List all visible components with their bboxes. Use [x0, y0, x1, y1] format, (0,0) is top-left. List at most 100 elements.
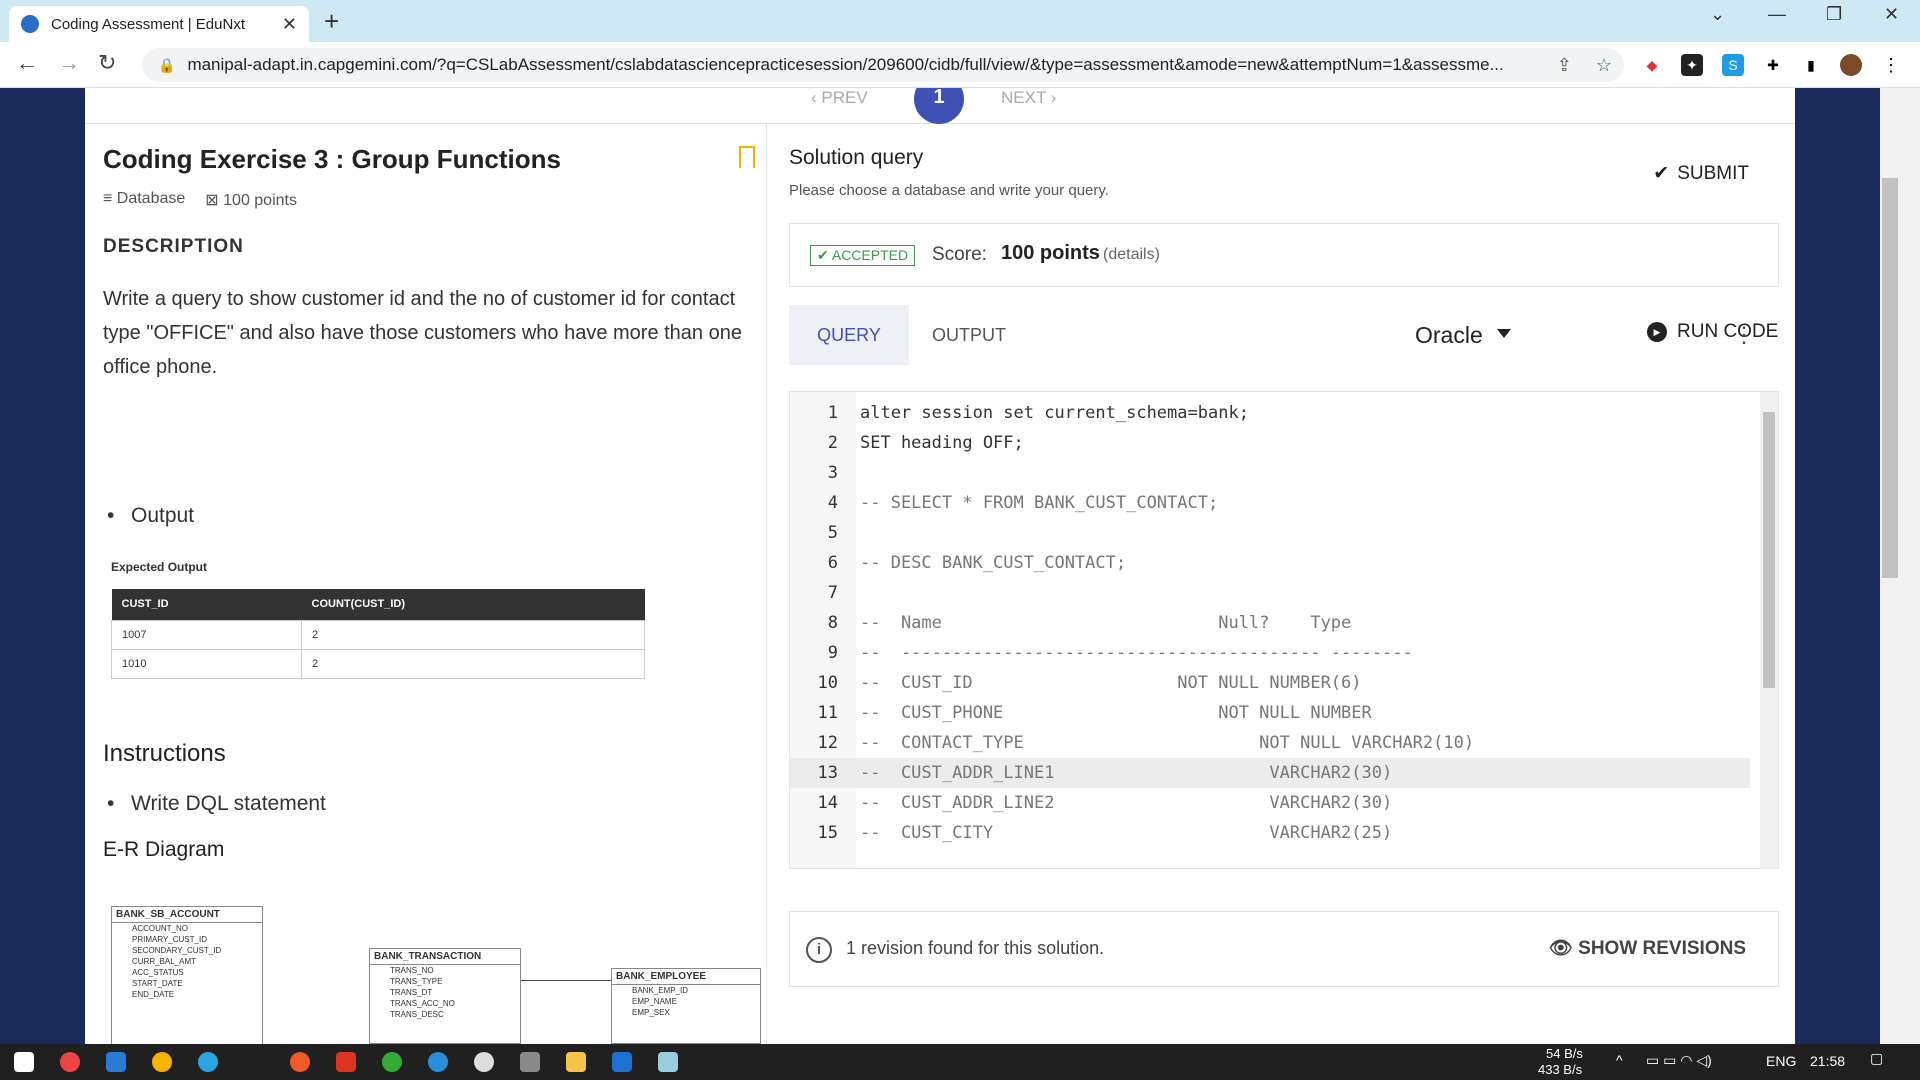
line-number: 15 [817, 823, 838, 843]
next-button[interactable]: NEXT › [1001, 88, 1056, 108]
code-line[interactable]: 2 SET heading OFF; [790, 428, 1750, 458]
net-down-speed: 433 B/s [1538, 1062, 1583, 1077]
editor-scroll-thumb[interactable] [1763, 412, 1775, 688]
tray-overflow-icon[interactable]: ^ [1616, 1052, 1623, 1068]
tab-output[interactable]: OUTPUT [909, 305, 1029, 365]
line-number: 4 [827, 493, 838, 513]
minimize-button[interactable]: — [1768, 4, 1786, 25]
close-window-button[interactable]: ✕ [1884, 4, 1899, 25]
url-text[interactable]: manipal-adapt.in.capgemini.com/?q=CSLabA… [187, 55, 1544, 75]
tab-query[interactable]: QUERY [789, 305, 909, 365]
revisions-text: 1 revision found for this solution. [846, 938, 1105, 958]
code-line[interactable]: 14 -- CUST_ADDR_LINE2 VARCHAR2(30) [790, 788, 1750, 818]
ghost-extension-icon[interactable]: ✦ [1681, 54, 1703, 76]
share-icon[interactable]: ⇪ [1557, 55, 1572, 76]
code-line[interactable]: 6 -- DESC BANK_CUST_CONTACT; [790, 548, 1750, 578]
snipping-taskbar-icon[interactable] [612, 1052, 632, 1072]
er-diagram-heading: E-R Diagram [103, 838, 225, 861]
line-number: 13 [817, 763, 838, 783]
pocket-extension-icon[interactable]: ◆ [1641, 54, 1663, 76]
panel-divider [766, 124, 767, 1044]
submit-button[interactable]: ✔ SUBMIT [1653, 162, 1749, 185]
code-line[interactable]: 11 -- CUST_PHONE NOT NULL NUMBER [790, 698, 1750, 728]
code-line[interactable]: 10 -- CUST_ID NOT NULL NUMBER(6) [790, 668, 1750, 698]
line-number: 11 [817, 703, 838, 723]
chrome-active-taskbar-icon[interactable] [152, 1052, 172, 1072]
code-line[interactable]: 3 [790, 458, 1750, 488]
file-explorer-taskbar-icon[interactable] [566, 1052, 586, 1072]
language-select[interactable]: Oracle [1415, 322, 1511, 349]
score-details-link[interactable]: (details) [1103, 246, 1160, 264]
close-tab-icon[interactable]: ✕ [282, 14, 297, 35]
line-number: 9 [827, 643, 838, 663]
address-bar[interactable]: 🔒 manipal-adapt.in.capgemini.com/?q=CSLa… [142, 48, 1624, 82]
page-scroll-thumb[interactable] [1882, 178, 1898, 578]
line-number: 7 [827, 583, 838, 603]
expected-output-table: CUST_ID COUNT(CUST_ID) 1007 2 1010 2 [111, 589, 645, 679]
vscode-taskbar-icon[interactable] [106, 1052, 126, 1072]
line-number: 6 [827, 553, 838, 573]
code-line[interactable]: 7 [790, 578, 1750, 608]
code-editor[interactable]: 1 alter session set current_schema=bank; 2… [789, 391, 1779, 869]
code-line[interactable]: 8 -- Name Null? Type [790, 608, 1750, 638]
info-icon: i [806, 937, 832, 963]
er-table-bank-sb-account: BANK_SB_ACCOUNT ACCOUNT_NO PRIMARY_CUST_… [111, 906, 263, 1044]
tab-title: Coding Assessment | EduNxt [51, 15, 245, 33]
notifications-icon[interactable]: ▢ [1870, 1050, 1883, 1067]
code-text: -- SELECT * FROM BANK_CUST_CONTACT; [860, 493, 1219, 513]
telegram-taskbar-icon[interactable] [198, 1052, 218, 1072]
code-line[interactable]: 15 -- CUST_CITY VARCHAR2(25) [790, 818, 1750, 848]
code-line[interactable]: 1 alter session set current_schema=bank; [790, 398, 1750, 428]
language-indicator[interactable]: ENG [1766, 1053, 1796, 1069]
run-code-label: RUN CODE [1677, 321, 1779, 342]
bookmark-icon[interactable] [739, 146, 755, 168]
new-tab-button[interactable]: + [324, 6, 339, 37]
run-code-button[interactable]: ▶ RUN CODE [1647, 321, 1778, 343]
back-icon[interactable]: ← [16, 50, 38, 76]
restore-button[interactable]: ❐ [1826, 4, 1842, 25]
windows-start-icon[interactable] [14, 1052, 34, 1072]
question-pager: ‹ PREV 1 NEXT › [85, 88, 1795, 124]
s-extension-icon[interactable]: S [1722, 54, 1744, 76]
line-number: 1 [827, 403, 838, 423]
code-line[interactable]: 5 [790, 518, 1750, 548]
line-number: 12 [817, 733, 838, 753]
more-options-icon[interactable]: ⋮ [1733, 322, 1755, 348]
show-revisions-button[interactable]: 👁 SHOW REVISIONS [1549, 936, 1746, 960]
code-text: -- CUST_ID NOT NULL NUMBER(6) [860, 673, 1362, 693]
profile-avatar[interactable] [1840, 54, 1862, 76]
side-panel-icon[interactable]: ▮ [1800, 54, 1822, 76]
instructions-heading: Instructions [103, 740, 226, 767]
editor-scrollbar[interactable] [1760, 392, 1778, 868]
p-app-taskbar-icon[interactable] [336, 1052, 356, 1072]
app-taskbar-icon[interactable] [290, 1052, 310, 1072]
photos-taskbar-icon[interactable] [520, 1052, 540, 1072]
code-text: -- CONTACT_TYPE NOT NULL VARCHAR2(10) [860, 733, 1475, 753]
page-scrollbar[interactable] [1880, 88, 1920, 1044]
chrome-taskbar-icon[interactable] [60, 1052, 80, 1072]
browser-tab[interactable]: Coding Assessment | EduNxt ✕ [9, 6, 309, 42]
app2-taskbar-icon[interactable] [474, 1052, 494, 1072]
vpn-taskbar-icon[interactable] [382, 1052, 402, 1072]
tab-search-icon[interactable]: ⌄ [1710, 4, 1725, 25]
code-line[interactable]: 4 -- SELECT * FROM BANK_CUST_CONTACT; [790, 488, 1750, 518]
code-text: -- CUST_CITY VARCHAR2(25) [860, 823, 1393, 843]
code-line[interactable]: 9 -- ------------------------------------… [790, 638, 1750, 668]
prev-button[interactable]: ‹ PREV [811, 88, 868, 108]
current-question-badge[interactable]: 1 [914, 88, 964, 124]
notepad-taskbar-icon[interactable] [658, 1052, 678, 1072]
extensions-puzzle-icon[interactable]: ✚ [1762, 54, 1784, 76]
browser-taskbar-icon[interactable] [428, 1052, 448, 1072]
chrome-menu-icon[interactable]: ⋮ [1880, 54, 1902, 76]
tray-icons[interactable]: ▭ ▭ ◠ ◁) [1646, 1052, 1712, 1069]
code-line[interactable]: 12 -- CONTACT_TYPE NOT NULL VARCHAR2(10) [790, 728, 1750, 758]
browser-tab-bar: Coding Assessment | EduNxt ✕ + ⌄ — ❐ ✕ [0, 0, 1920, 42]
er-table-bank-employee: BANK_EMPLOYEE BANK_EMP_ID EMP_NAME EMP_S… [611, 968, 761, 1044]
address-bar-row: ← → ↻ 🔒 manipal-adapt.in.capgemini.com/?… [0, 42, 1920, 88]
forward-icon[interactable]: → [58, 50, 80, 76]
reload-icon[interactable]: ↻ [98, 50, 116, 76]
code-line[interactable]: 13 -- CUST_ADDR_LINE1 VARCHAR2(30) [790, 758, 1750, 788]
exercise-meta: ≡ Database ⊠ 100 points [103, 190, 297, 210]
clock[interactable]: 21:58 [1810, 1053, 1845, 1069]
star-icon[interactable]: ☆ [1596, 55, 1612, 76]
